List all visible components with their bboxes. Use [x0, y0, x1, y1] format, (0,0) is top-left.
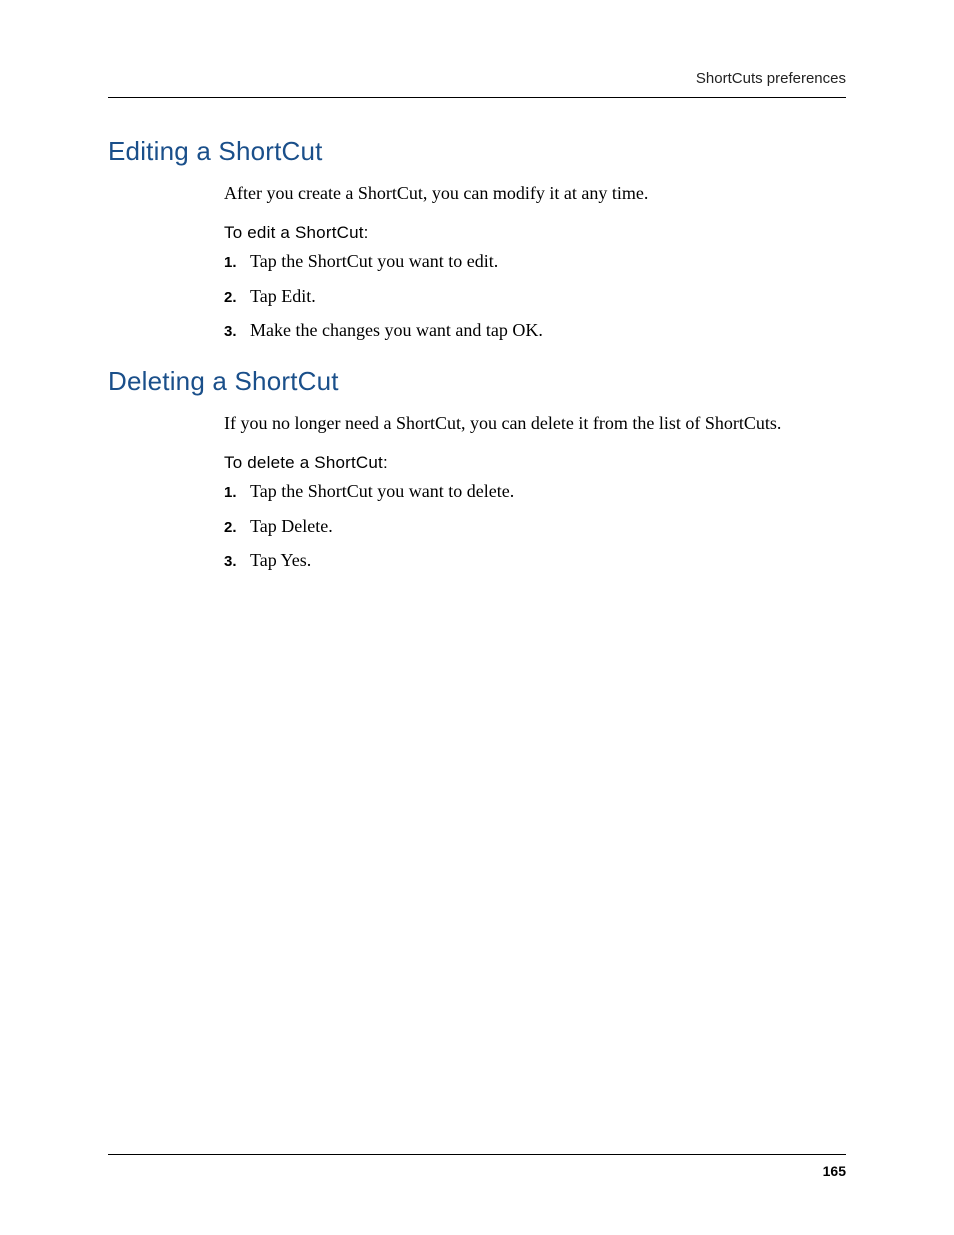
list-item: 3. Make the changes you want and tap OK. — [224, 318, 846, 342]
step-text: Tap Yes. — [250, 548, 846, 572]
step-text: Make the changes you want and tap OK. — [250, 318, 846, 342]
editing-intro: After you create a ShortCut, you can mod… — [224, 181, 846, 205]
section-heading-deleting: Deleting a ShortCut — [108, 366, 846, 397]
deleting-intro: If you no longer need a ShortCut, you ca… — [224, 411, 846, 435]
step-text: Tap Delete. — [250, 514, 846, 538]
deleting-steps: 1. Tap the ShortCut you want to delete. … — [224, 479, 846, 572]
step-number: 3. — [224, 552, 250, 572]
header-right-text: ShortCuts preferences — [108, 70, 846, 97]
step-text: Tap the ShortCut you want to edit. — [250, 249, 846, 273]
step-number: 1. — [224, 483, 250, 503]
step-number: 2. — [224, 518, 250, 538]
page: ShortCuts preferences Editing a ShortCut… — [0, 0, 954, 1235]
editing-steps: 1. Tap the ShortCut you want to edit. 2.… — [224, 249, 846, 342]
header-rule — [108, 97, 846, 98]
list-item: 2. Tap Edit. — [224, 284, 846, 308]
list-item: 2. Tap Delete. — [224, 514, 846, 538]
list-item: 1. Tap the ShortCut you want to delete. — [224, 479, 846, 503]
section-heading-editing: Editing a ShortCut — [108, 136, 846, 167]
step-number: 2. — [224, 288, 250, 308]
editing-subhead: To edit a ShortCut: — [224, 223, 846, 243]
footer: 165 — [108, 1154, 846, 1179]
deleting-subhead: To delete a ShortCut: — [224, 453, 846, 473]
step-text: Tap Edit. — [250, 284, 846, 308]
list-item: 3. Tap Yes. — [224, 548, 846, 572]
step-number: 1. — [224, 253, 250, 273]
footer-rule — [108, 1154, 846, 1155]
page-number: 165 — [108, 1163, 846, 1179]
list-item: 1. Tap the ShortCut you want to edit. — [224, 249, 846, 273]
step-text: Tap the ShortCut you want to delete. — [250, 479, 846, 503]
step-number: 3. — [224, 322, 250, 342]
